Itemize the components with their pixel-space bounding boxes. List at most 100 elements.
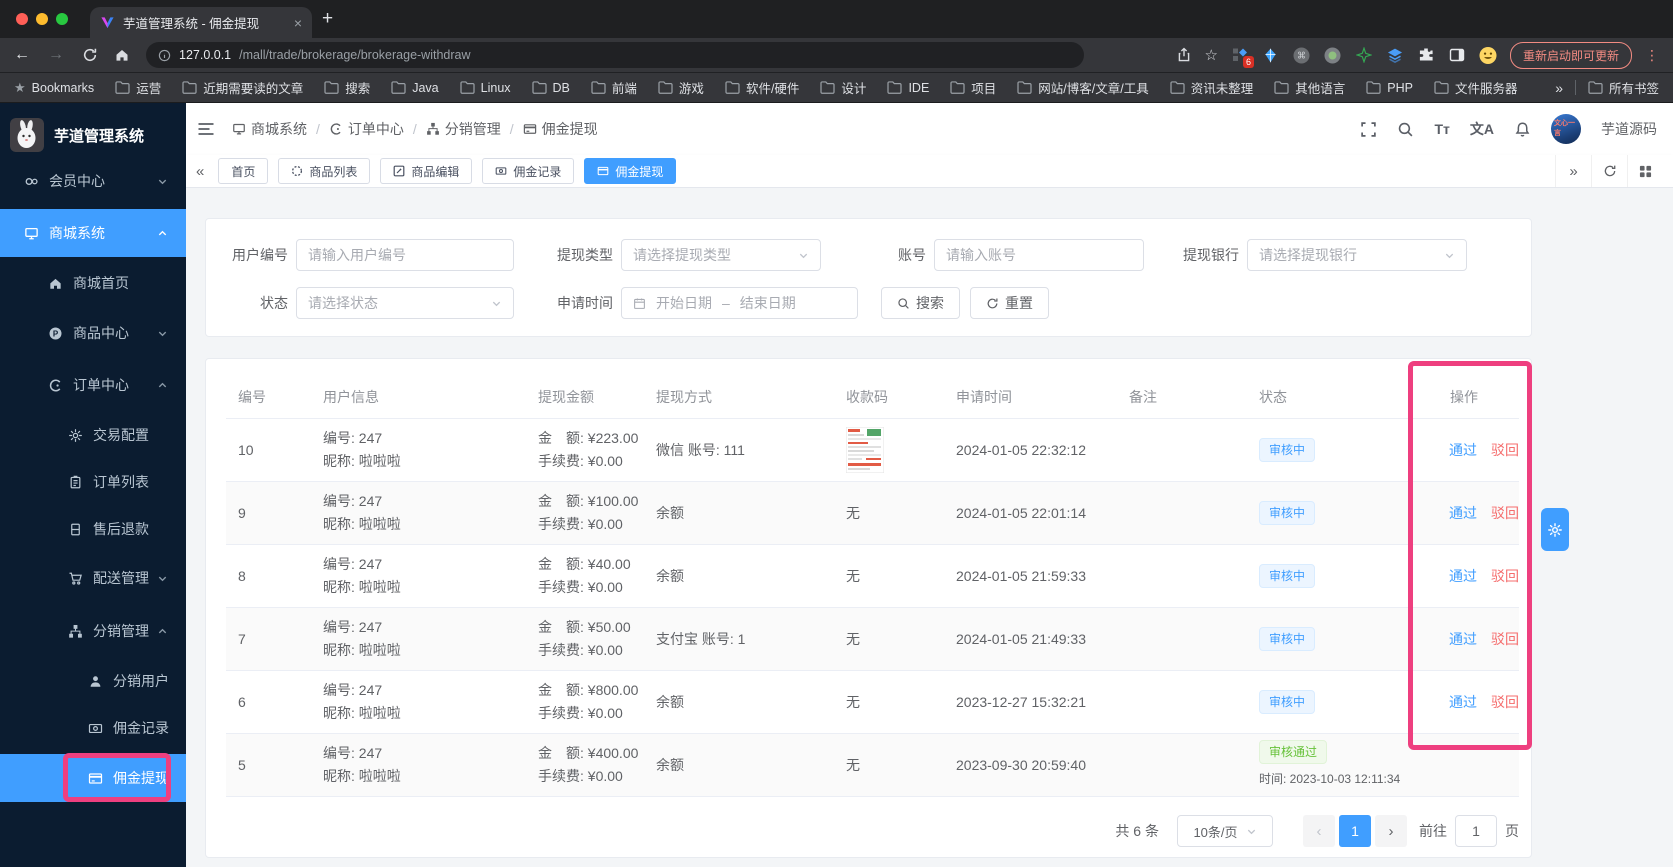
sidebar-item-after-sale-refund[interactable]: 售后退款 — [0, 505, 186, 553]
page-number-current[interactable]: 1 — [1339, 815, 1371, 847]
user-avatar[interactable]: 文心一言 — [1551, 114, 1581, 144]
tag-brokerage-withdraw[interactable]: 佣金提现 — [584, 158, 677, 184]
reject-link[interactable]: 驳回 — [1491, 629, 1519, 650]
bookmark-star-icon[interactable]: ☆ — [1205, 46, 1218, 64]
tag-product-list[interactable]: 商品列表 — [278, 158, 371, 184]
account-input-field[interactable] — [946, 247, 1132, 263]
bookmark-folder[interactable]: 其他语言 — [1274, 78, 1345, 97]
reload-button[interactable] — [82, 47, 98, 63]
breadcrumb-item-distribution[interactable]: 分销管理 — [426, 119, 501, 139]
tag-home[interactable]: 首页 — [218, 158, 269, 184]
font-size-icon[interactable]: Tт — [1434, 121, 1449, 137]
sidebar-item-trade-config[interactable]: 交易配置 — [0, 411, 186, 459]
bookmark-folder[interactable]: 设计 — [820, 78, 866, 97]
bookmark-folder[interactable]: 资讯未整理 — [1170, 78, 1253, 97]
bookmark-folder[interactable]: 项目 — [950, 78, 996, 97]
home-button[interactable] — [114, 47, 130, 63]
bookmark-folder[interactable]: DB — [531, 81, 570, 95]
approve-link[interactable]: 通过 — [1449, 566, 1477, 587]
goto-page-input[interactable] — [1455, 815, 1497, 847]
sidebar-item-product-center[interactable]: P 商品中心 — [0, 309, 186, 357]
browser-tab[interactable]: 芋道管理系统 - 佣金提现 × — [90, 7, 312, 38]
breadcrumb-item-order-center[interactable]: 订单中心 — [329, 119, 404, 139]
next-page-button[interactable]: › — [1375, 815, 1407, 847]
account-input[interactable] — [934, 239, 1144, 271]
back-button[interactable]: ← — [14, 46, 30, 64]
ext-blocks-icon[interactable]: 6 — [1231, 46, 1254, 68]
theme-settings-button[interactable] — [1541, 508, 1569, 551]
app-logo[interactable]: 芋道管理系统 — [0, 113, 186, 157]
bookmark-folder[interactable]: Linux — [460, 81, 511, 95]
sidebar-item-distribution-users[interactable]: 分销用户 — [0, 657, 186, 705]
fullscreen-icon[interactable] — [1360, 121, 1377, 138]
bookmark-folder[interactable]: 文件服务器 — [1434, 78, 1517, 97]
bookmark-folder[interactable]: PHP — [1366, 81, 1413, 95]
search-button[interactable]: 搜索 — [881, 287, 960, 319]
hamburger-menu-icon[interactable] — [196, 119, 216, 139]
page-size-select[interactable]: 10条/页 — [1177, 815, 1273, 847]
sidebar-item-distribution-management[interactable]: 分销管理 — [0, 607, 186, 655]
reject-link[interactable]: 驳回 — [1491, 440, 1519, 461]
tags-expand-icon[interactable]: » — [1555, 155, 1591, 187]
all-bookmarks-folder[interactable]: 所有书签 — [1588, 78, 1659, 97]
reset-button[interactable]: 重置 — [970, 287, 1049, 319]
bookmark-folder[interactable]: 近期需要读的文章 — [182, 78, 303, 97]
forward-button[interactable]: → — [48, 46, 64, 64]
ext-recorder-icon[interactable] — [1324, 46, 1342, 64]
reject-link[interactable]: 驳回 — [1491, 566, 1519, 587]
sidebar-item-mall-home[interactable]: 商城首页 — [0, 259, 186, 307]
language-icon[interactable]: 文A — [1470, 119, 1494, 139]
bookmark-folder[interactable]: IDE — [887, 81, 929, 95]
bookmark-folder[interactable]: 游戏 — [658, 78, 704, 97]
tags-collapse-icon[interactable]: « — [196, 163, 204, 180]
sidebar-item-brokerage-withdraw[interactable]: 佣金提现 — [0, 754, 186, 802]
sidebar-item-order-center[interactable]: 订单中心 — [0, 361, 186, 409]
tags-menu-grid-icon[interactable] — [1627, 155, 1663, 187]
bookmark-folder[interactable]: 前端 — [591, 78, 637, 97]
window-minimize-button[interactable] — [36, 13, 48, 25]
prev-page-button[interactable]: ‹ — [1303, 815, 1335, 847]
ext-kite-icon[interactable] — [1262, 46, 1280, 64]
tag-product-edit[interactable]: 商品编辑 — [380, 158, 473, 184]
sidebar-item-delivery-management[interactable]: 配送管理 — [0, 554, 186, 602]
withdraw-type-select[interactable]: 请选择提现类型 — [621, 239, 821, 271]
sidebar-item-mall-system[interactable]: 商城系统 — [0, 209, 186, 257]
site-info-icon[interactable] — [158, 49, 171, 62]
tab-close-icon[interactable]: × — [294, 15, 302, 31]
bookmark-folder[interactable]: 运营 — [115, 78, 161, 97]
sidebar-item-brokerage-records[interactable]: 佣金记录 — [0, 704, 186, 752]
bank-select[interactable]: 请选择提现银行 — [1247, 239, 1467, 271]
share-icon[interactable] — [1176, 47, 1192, 63]
search-icon[interactable] — [1397, 121, 1414, 138]
status-select[interactable]: 请选择状态 — [296, 287, 514, 319]
sidebar-item-order-list[interactable]: 订单列表 — [0, 458, 186, 506]
bell-icon[interactable] — [1514, 121, 1531, 138]
window-zoom-button[interactable] — [56, 13, 68, 25]
browser-menu-icon[interactable]: ⋮ — [1645, 47, 1659, 64]
ext-layers-icon[interactable] — [1386, 46, 1404, 64]
window-close-button[interactable] — [16, 13, 28, 25]
bookmark-folder[interactable]: 搜索 — [324, 78, 370, 97]
approve-link[interactable]: 通过 — [1449, 503, 1477, 524]
reject-link[interactable]: 驳回 — [1491, 503, 1519, 524]
new-tab-button[interactable]: + — [322, 6, 333, 32]
restart-to-update-button[interactable]: 重新启动即可更新 — [1509, 41, 1632, 69]
extensions-puzzle-icon[interactable] — [1417, 46, 1435, 64]
bookmark-folder[interactable]: Java — [391, 81, 439, 95]
reject-link[interactable]: 驳回 — [1491, 692, 1519, 713]
approve-link[interactable]: 通过 — [1449, 440, 1477, 461]
side-panel-icon[interactable] — [1448, 46, 1466, 64]
payment-code-image[interactable] — [846, 427, 884, 473]
apply-time-range-picker[interactable]: 开始日期 – 结束日期 — [621, 287, 858, 319]
tags-refresh-icon[interactable] — [1591, 155, 1627, 187]
bookmark-folder[interactable]: 网站/博客/文章/工具 — [1017, 78, 1149, 97]
address-bar[interactable]: 127.0.0.1/mall/trade/brokerage/brokerage… — [146, 42, 1084, 68]
bookmark-folder[interactable]: 软件/硬件 — [725, 78, 799, 97]
approve-link[interactable]: 通过 — [1449, 692, 1477, 713]
user-no-input[interactable] — [296, 239, 514, 271]
ext-star-icon[interactable] — [1355, 46, 1373, 64]
bookmarks-manager-link[interactable]: ★ Bookmarks — [14, 80, 94, 96]
ext-command-icon[interactable]: ⌘ — [1293, 46, 1311, 64]
approve-link[interactable]: 通过 — [1449, 629, 1477, 650]
user-no-input-field[interactable] — [308, 247, 502, 263]
